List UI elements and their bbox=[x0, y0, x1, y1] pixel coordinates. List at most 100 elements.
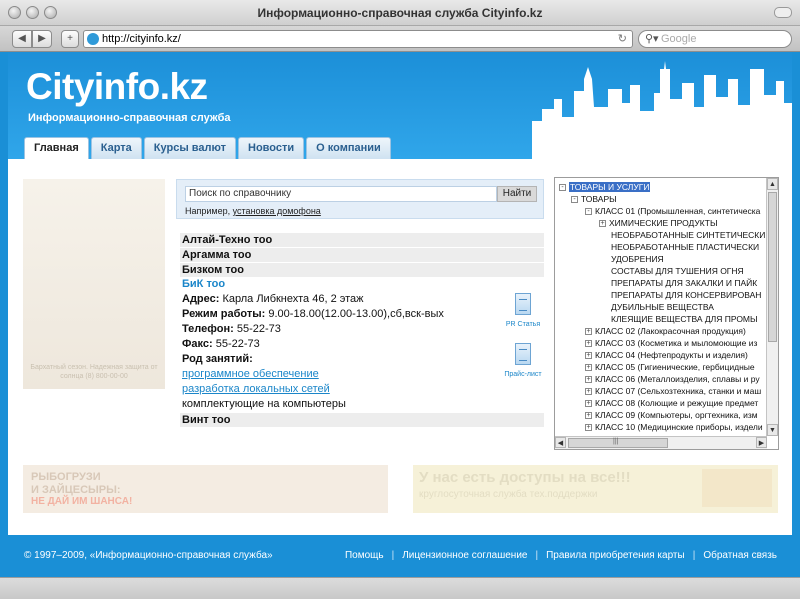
search-hint-link[interactable]: установка домофона bbox=[233, 206, 321, 216]
tree-item[interactable]: + КЛАСС 07 (Сельхозтехника, станки и маш bbox=[585, 385, 761, 397]
copyright: © 1997–2009, «Информационно-справочная с… bbox=[24, 550, 273, 561]
tree-item[interactable]: ПРЕПАРАТЫ ДЛЯ КОНСЕРВИРОВАН bbox=[611, 289, 761, 301]
footer-link-help[interactable]: Помощь bbox=[345, 550, 384, 561]
tree-item[interactable]: + КЛАСС 05 (Гигиенические, гербицидные bbox=[585, 361, 755, 373]
tree-item[interactable]: + ХИМИЧЕСКИЕ ПРОДУКТЫ bbox=[599, 217, 717, 229]
scroll-left-icon[interactable]: ◀ bbox=[555, 437, 566, 448]
site-tagline: Информационно-справочная служба bbox=[28, 112, 231, 124]
price-list-icon[interactable] bbox=[515, 343, 531, 365]
back-button[interactable]: ◀ bbox=[12, 30, 32, 48]
company-row[interactable]: Винт тоо bbox=[180, 413, 544, 427]
reload-icon[interactable]: ↻ bbox=[618, 31, 627, 47]
expand-icon[interactable]: + bbox=[585, 340, 592, 348]
activity-link[interactable]: разработка локальных сетей bbox=[182, 383, 330, 395]
tree-item-label: ТОВАРЫ bbox=[581, 194, 617, 204]
tab-news[interactable]: Новости bbox=[238, 137, 305, 159]
site-logo[interactable]: Cityinfo.kz bbox=[26, 66, 208, 108]
city-skyline-graphic bbox=[532, 61, 792, 159]
scroll-up-icon[interactable]: ▲ bbox=[767, 178, 778, 190]
forward-button[interactable]: ▶ bbox=[32, 30, 52, 48]
ad-left-headline: РЫБОГРУЗИ И ЗАЙЦЕСЫРЫ: bbox=[31, 471, 121, 496]
category-tree-list: - ТОВАРЫ И УСЛУГИ - ТОВАРЫ - КЛАСС 01 (Промыш… bbox=[555, 178, 765, 436]
tree-item[interactable]: + КЛАСС 09 (Компьютеры, оргтехника, изм bbox=[585, 409, 758, 421]
collapse-icon[interactable]: - bbox=[571, 196, 578, 204]
footer-separator: | bbox=[692, 550, 696, 561]
tree-item[interactable]: НЕОБРАБОТАННЫЕ ПЛАСТИЧЕСКИ bbox=[611, 241, 759, 253]
footer-link-feedback[interactable]: Обратная связь bbox=[703, 550, 777, 561]
company-selected-title[interactable]: БиК тоо bbox=[182, 278, 225, 290]
scroll-right-icon[interactable]: ▶ bbox=[756, 437, 767, 448]
toolbar-toggle-button[interactable] bbox=[774, 7, 792, 18]
scroll-down-icon[interactable]: ▼ bbox=[767, 424, 778, 436]
expand-icon[interactable]: + bbox=[585, 424, 592, 432]
company-row[interactable]: Бизком тоо bbox=[180, 263, 544, 277]
web-search-field[interactable]: ⚲▾ Google bbox=[638, 30, 792, 48]
left-banner-caption: Бархатный сезон. Надежная защита от солн… bbox=[30, 364, 158, 380]
tree-item-label: КЛАСС 04 (Нефтепродукты и изделия) bbox=[595, 350, 748, 360]
address-bar[interactable]: http://cityinfo.kz/ ↻ bbox=[83, 30, 633, 48]
tab-about[interactable]: О компании bbox=[306, 137, 391, 159]
tree-item[interactable]: ДУБИЛЬНЫЕ ВЕЩЕСТВА bbox=[611, 301, 714, 313]
tree-item[interactable]: НЕОБРАБОТАННЫЕ СИНТЕТИЧЕСКИ bbox=[611, 229, 765, 241]
bottom-banner-ad-left[interactable]: РЫБОГРУЗИ И ЗАЙЦЕСЫРЫ: НЕ ДАЙ ИМ ШАНСА! bbox=[23, 465, 388, 513]
tree-item[interactable]: + КЛАСС 03 (Косметика и мыломоющие из bbox=[585, 337, 757, 349]
tree-item[interactable]: + КЛАСС 04 (Нефтепродукты и изделия) bbox=[585, 349, 748, 361]
company-row[interactable]: Алтай-Техно тоо bbox=[180, 233, 544, 247]
tree-vscroll-thumb[interactable] bbox=[768, 192, 777, 342]
directory-search-input[interactable]: Поиск по справочнику bbox=[185, 186, 497, 202]
status-bar bbox=[0, 577, 800, 599]
price-list-label[interactable]: Прайс-лист bbox=[503, 371, 543, 378]
expand-icon[interactable]: + bbox=[585, 376, 592, 384]
add-bookmark-button[interactable]: + bbox=[61, 30, 79, 48]
tree-item[interactable]: - КЛАСС 01 (Промышленная, синтетическа bbox=[585, 205, 760, 217]
expand-icon[interactable]: + bbox=[585, 412, 592, 420]
expand-icon[interactable]: + bbox=[585, 400, 592, 408]
footer-link-card-rules[interactable]: Правила приобретения карты bbox=[546, 550, 685, 561]
expand-icon[interactable]: + bbox=[599, 220, 606, 228]
tree-item[interactable]: СОСТАВЫ ДЛЯ ТУШЕНИЯ ОГНЯ bbox=[611, 265, 744, 277]
tree-item[interactable]: + КЛАСС 06 (Металлоизделия, сплавы и ру bbox=[585, 373, 760, 385]
company-phone: Телефон: 55-22-73 bbox=[182, 323, 281, 335]
phone-label: Телефон: bbox=[182, 323, 234, 335]
tree-item[interactable]: УДОБРЕНИЯ bbox=[611, 253, 664, 265]
collapse-icon[interactable]: - bbox=[559, 184, 566, 192]
tree-item[interactable]: + КЛАСС 10 (Медицинские приборы, издели bbox=[585, 421, 763, 433]
find-button[interactable]: Найти bbox=[497, 186, 537, 202]
activity-link[interactable]: программное обеспечение bbox=[182, 368, 319, 380]
tree-item[interactable]: - ТОВАРЫ И УСЛУГИ bbox=[559, 181, 651, 193]
tree-item[interactable]: ПРЕПАРАТЫ ДЛЯ ЗАКАЛКИ И ПАЙК bbox=[611, 277, 757, 289]
tree-hscroll-thumb[interactable]: ||| bbox=[568, 438, 668, 448]
magnifier-icon: ⚲▾ bbox=[645, 33, 659, 45]
footer-separator: | bbox=[391, 550, 395, 561]
tree-item-label: ПРЕПАРАТЫ ДЛЯ КОНСЕРВИРОВАН bbox=[611, 290, 762, 300]
bottom-banner-ad-right[interactable]: У нас есть доступы на все!!! круглосуточ… bbox=[413, 465, 778, 513]
expand-icon[interactable]: + bbox=[585, 364, 592, 372]
ad-right-subline: круглосуточная служба тех.поддержки bbox=[419, 489, 598, 500]
footer-links: Помощь | Лицензионное соглашение | Прави… bbox=[345, 550, 777, 561]
expand-icon[interactable]: + bbox=[585, 388, 592, 396]
tab-home[interactable]: Главная bbox=[24, 137, 89, 159]
ad-right-headline: У нас есть доступы на все!!! bbox=[419, 469, 631, 486]
tree-item[interactable]: + КЛАСС 02 (Лакокрасочная продукция) bbox=[585, 325, 746, 337]
expand-icon[interactable]: + bbox=[585, 328, 592, 336]
tab-currency[interactable]: Курсы валют bbox=[143, 137, 237, 159]
address-text: http://cityinfo.kz/ bbox=[102, 33, 181, 45]
expand-icon[interactable]: + bbox=[585, 352, 592, 360]
pr-article-label[interactable]: PR Статья bbox=[503, 321, 543, 328]
tree-horizontal-scrollbar[interactable]: ◀ ||| ▶ bbox=[555, 436, 767, 449]
company-row[interactable]: Аргамма тоо bbox=[180, 248, 544, 262]
tree-vertical-scrollbar[interactable]: ▲ ▼ bbox=[766, 178, 778, 436]
address-value: Карла Либкнехта 46, 2 этаж bbox=[222, 293, 364, 305]
pr-article-icon[interactable] bbox=[515, 293, 531, 315]
tree-item-label: КЛАСС 02 (Лакокрасочная продукция) bbox=[595, 326, 746, 336]
collapse-icon[interactable]: - bbox=[585, 208, 592, 216]
footer-separator: | bbox=[535, 550, 539, 561]
tab-map[interactable]: Карта bbox=[90, 137, 142, 159]
tree-item[interactable]: + КЛАСС 08 (Колющие и режущие предмет bbox=[585, 397, 758, 409]
tree-item[interactable]: КЛЕЯЩИЕ ВЕЩЕСТВА ДЛЯ ПРОМЫ bbox=[611, 313, 758, 325]
left-banner-ad[interactable]: Бархатный сезон. Надежная защита от солн… bbox=[23, 179, 165, 389]
company-activities-label: Род занятий: bbox=[182, 353, 253, 365]
tree-item-label: КЛАСС 07 (Сельхозтехника, станки и маш bbox=[595, 386, 762, 396]
tree-item[interactable]: - ТОВАРЫ bbox=[571, 193, 617, 205]
footer-link-license[interactable]: Лицензионное соглашение bbox=[402, 550, 527, 561]
